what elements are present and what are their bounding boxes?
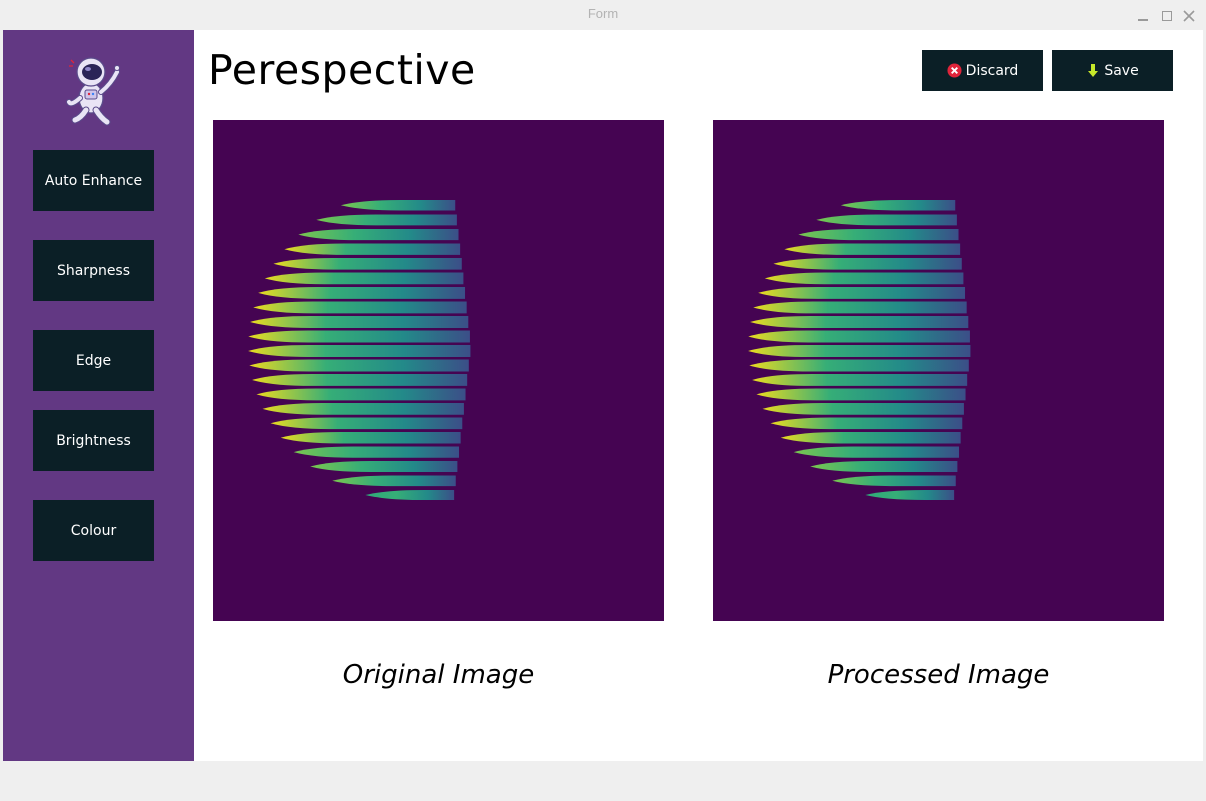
discard-label: Discard — [965, 62, 1019, 79]
processed-image — [713, 120, 1164, 621]
main-window: Auto Enhance Sharpness Edge Brightness C… — [3, 30, 1203, 761]
auto-enhance-button[interactable]: Auto Enhance — [33, 150, 154, 211]
window-title: Form — [587, 6, 619, 21]
sharpness-button[interactable]: Sharpness — [33, 240, 154, 301]
close-icon[interactable] — [1182, 8, 1196, 22]
sidebar: Auto Enhance Sharpness Edge Brightness C… — [3, 30, 194, 761]
colour-button[interactable]: Colour — [33, 500, 154, 561]
brightness-button[interactable]: Brightness — [33, 410, 154, 471]
window-titlebar: Form — [0, 0, 1206, 30]
download-arrow-icon — [1086, 63, 1100, 79]
status-bar — [0, 761, 1206, 801]
discard-button[interactable]: Discard — [922, 50, 1043, 91]
original-image-caption: Original Image — [342, 660, 535, 690]
minimize-icon[interactable] — [1136, 8, 1150, 22]
processed-image-caption: Processed Image — [827, 660, 1050, 690]
edge-button[interactable]: Edge — [33, 330, 154, 391]
maximize-icon[interactable] — [1160, 8, 1174, 22]
page-title: Perespective — [208, 46, 476, 94]
close-circle-icon — [947, 63, 962, 78]
save-label: Save — [1104, 62, 1139, 79]
save-button[interactable]: Save — [1052, 50, 1173, 91]
original-image — [213, 120, 664, 621]
astronaut-logo — [61, 54, 125, 126]
